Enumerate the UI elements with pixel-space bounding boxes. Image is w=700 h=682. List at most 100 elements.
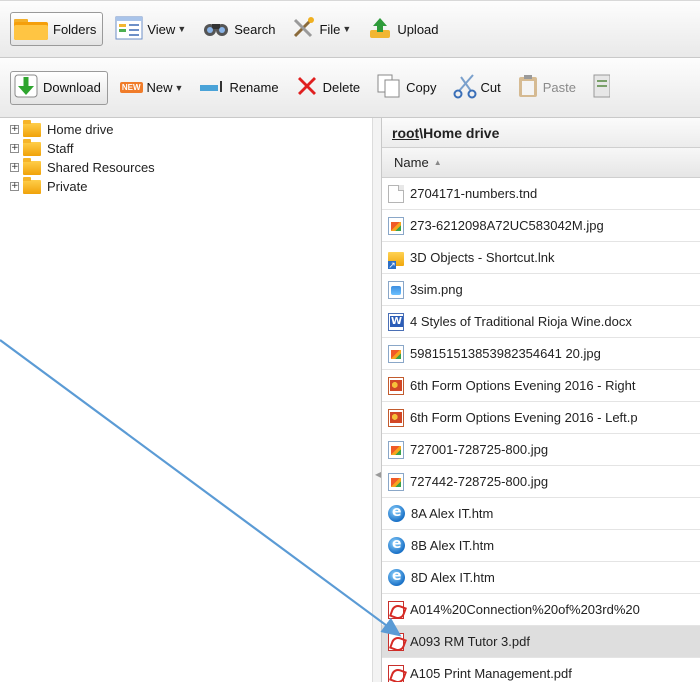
tree-item-private[interactable]: + Private	[0, 176, 372, 196]
pdf-icon	[388, 600, 404, 619]
powerpoint-icon	[388, 376, 404, 395]
pdf-icon	[388, 632, 404, 651]
folders-button[interactable]: Folders	[10, 12, 104, 46]
blank-file-icon	[388, 184, 404, 203]
rename-button[interactable]: Rename	[195, 74, 282, 102]
tree-item-label: Private	[47, 179, 88, 194]
chevron-down-icon: ▼	[174, 82, 184, 93]
file-name: 3sim.png	[410, 282, 463, 297]
expand-icon[interactable]: +	[10, 125, 19, 134]
cut-label: Cut	[480, 80, 501, 95]
scissors-icon	[453, 73, 477, 102]
breadcrumb-current: Home drive	[423, 124, 500, 141]
file-row[interactable]: 727442-728725-800.jpg	[382, 466, 700, 498]
name-column-header[interactable]: Name ▲	[382, 148, 700, 178]
shortcut-icon	[388, 251, 404, 269]
word-doc-icon	[388, 312, 404, 331]
expand-icon[interactable]: +	[10, 182, 19, 191]
file-list: 2704171-numbers.tnd 273-6212098A72UC58304…	[382, 178, 700, 682]
file-name: 8A Alex IT.htm	[411, 506, 494, 521]
jpg-file-icon	[388, 472, 404, 491]
rename-label: Rename	[229, 80, 279, 95]
file-name: A093 RM Tutor 3.pdf	[410, 634, 530, 649]
ie-html-icon	[388, 568, 405, 586]
file-row[interactable]: A093 RM Tutor 3.pdf	[382, 626, 700, 658]
copy-button[interactable]: Copy	[372, 74, 440, 102]
download-button[interactable]: Download	[10, 70, 108, 105]
powerpoint-icon	[388, 408, 404, 427]
ie-html-icon	[388, 504, 405, 522]
copy-icon	[376, 73, 402, 102]
file-row[interactable]: 3D Objects - Shortcut.lnk	[382, 242, 700, 274]
tree-item-shared-resources[interactable]: + Shared Resources	[0, 157, 372, 177]
file-row[interactable]: 8A Alex IT.htm	[382, 498, 700, 530]
file-row[interactable]: A105 Print Management.pdf	[382, 658, 700, 682]
binoculars-icon	[202, 18, 230, 41]
delete-x-icon	[295, 74, 319, 101]
file-row[interactable]: 8B Alex IT.htm	[382, 530, 700, 562]
jpg-file-icon	[388, 216, 404, 235]
tree-item-staff[interactable]: + Staff	[0, 138, 372, 158]
upload-icon	[367, 16, 393, 43]
new-badge-icon: NEW	[119, 82, 143, 93]
file-name: 2704171-numbers.tnd	[410, 186, 538, 201]
search-label: Search	[234, 21, 276, 37]
folder-tree: + Home drive + Staff + Shared Resources …	[0, 118, 372, 682]
file-name: 598151513853982354641 20.jpg	[410, 346, 601, 361]
upload-button[interactable]: Upload	[363, 15, 442, 43]
file-name: 727001-728725-800.jpg	[410, 442, 549, 457]
file-row[interactable]: 598151513853982354641 20.jpg	[382, 338, 700, 370]
breadcrumb-root-link[interactable]: root	[392, 125, 419, 141]
file-row[interactable]: 727001-728725-800.jpg	[382, 434, 700, 466]
delete-label: Delete	[322, 80, 361, 95]
new-menu-button[interactable]: NEW New ▼	[116, 74, 188, 102]
file-name: 8D Alex IT.htm	[411, 570, 495, 585]
chevron-down-icon: ▼	[177, 24, 187, 34]
file-row[interactable]: 6th Form Options Evening 2016 - Right	[382, 370, 700, 402]
main-toolbar: Folders View ▼ Search File ▼ Upload	[0, 0, 700, 58]
view-menu-button[interactable]: View ▼	[111, 15, 190, 43]
expand-icon[interactable]: +	[10, 163, 19, 172]
clipboard-icon	[517, 73, 539, 102]
png-file-icon	[388, 280, 404, 299]
breadcrumb: root \ Home drive	[382, 118, 700, 148]
jpg-file-icon	[388, 440, 404, 459]
cut-button[interactable]: Cut	[449, 74, 505, 102]
folder-icon	[13, 15, 49, 44]
delete-button[interactable]: Delete	[291, 74, 365, 102]
file-name: 273-6212098A72UC583042M.jpg	[410, 218, 604, 233]
pdf-icon	[388, 664, 404, 682]
file-label: File	[319, 21, 341, 37]
folder-icon	[23, 138, 41, 156]
view-label: View	[147, 21, 176, 37]
column-header-label: Name	[394, 155, 429, 170]
file-row[interactable]: 2704171-numbers.tnd	[382, 178, 700, 210]
file-name: 6th Form Options Evening 2016 - Left.p	[410, 410, 638, 425]
file-row[interactable]: 8D Alex IT.htm	[382, 562, 700, 594]
tools-icon	[291, 16, 315, 43]
file-name: 3D Objects - Shortcut.lnk	[410, 250, 555, 265]
ie-html-icon	[388, 536, 405, 554]
file-menu-button[interactable]: File ▼	[287, 15, 355, 43]
file-name: 4 Styles of Traditional Rioja Wine.docx	[410, 314, 632, 329]
sort-ascending-icon: ▲	[433, 158, 442, 167]
search-button[interactable]: Search	[198, 15, 279, 43]
paste-label: Paste	[542, 80, 576, 95]
new-label: New	[146, 80, 173, 95]
file-row[interactable]: 3sim.png	[382, 274, 700, 306]
more-actions-button[interactable]	[588, 74, 614, 102]
expand-icon[interactable]: +	[10, 144, 19, 153]
panel-splitter[interactable]: ◀	[372, 118, 381, 682]
file-name: A105 Print Management.pdf	[410, 666, 572, 681]
file-row[interactable]: 6th Form Options Evening 2016 - Left.p	[382, 402, 700, 434]
chevron-down-icon: ▼	[342, 24, 352, 34]
file-row[interactable]: 4 Styles of Traditional Rioja Wine.docx	[382, 306, 700, 338]
file-row[interactable]: A014%20Connection%20of%203rd%20	[382, 594, 700, 626]
file-row[interactable]: 273-6212098A72UC583042M.jpg	[382, 210, 700, 242]
tree-item-home-drive[interactable]: + Home drive	[0, 119, 372, 139]
paste-button[interactable]: Paste	[513, 74, 580, 102]
tree-item-label: Home drive	[47, 122, 114, 137]
file-list-panel: root \ Home drive Name ▲ 2704171-numbers.t…	[381, 118, 700, 682]
file-name: 727442-728725-800.jpg	[410, 474, 549, 489]
file-name: 6th Form Options Evening 2016 - Right	[410, 378, 636, 393]
